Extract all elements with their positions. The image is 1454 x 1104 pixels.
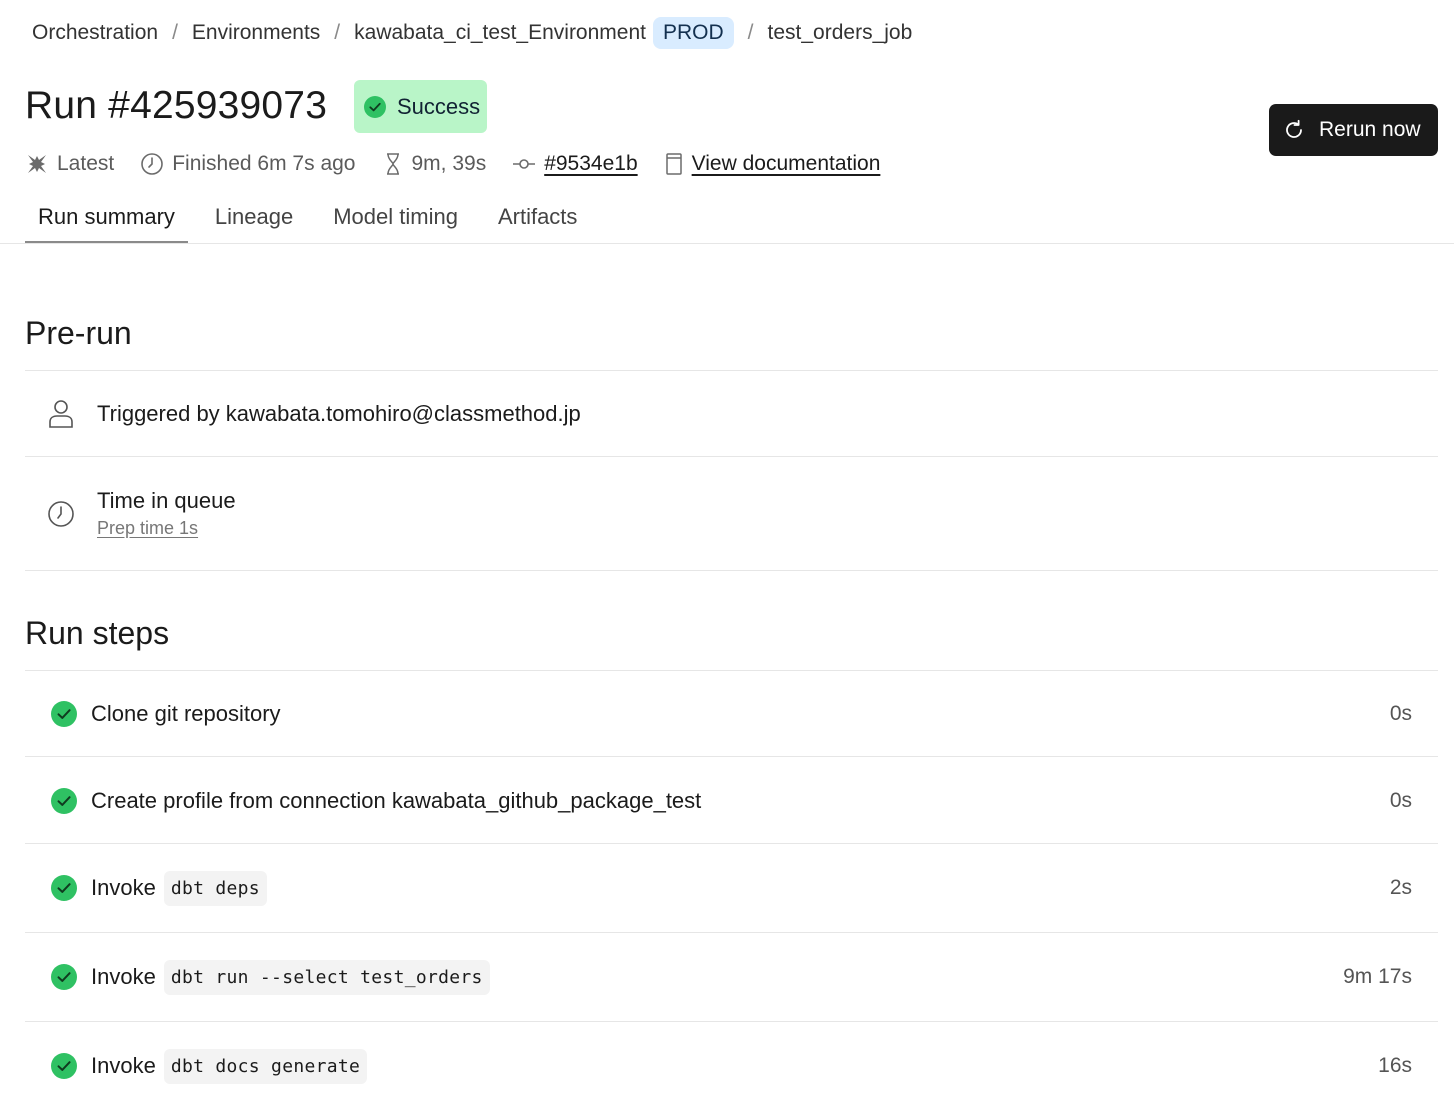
step-duration: 9m 17s: [1343, 965, 1412, 988]
time-in-queue-label: Time in queue: [97, 488, 236, 513]
step-label-text: Invoke: [91, 964, 156, 989]
step-label-text: Invoke: [91, 875, 156, 900]
run-step-row[interactable]: Invoke dbt deps 2s: [25, 858, 1438, 918]
documentation-ref: View documentation: [664, 152, 881, 176]
tabs-divider: [0, 243, 1454, 244]
run-step-row[interactable]: Invoke dbt run --select test_orders 9m 1…: [25, 947, 1438, 1007]
status-text: Success: [397, 93, 481, 119]
time-in-queue-row: Time in queue Prep time 1s: [25, 457, 1438, 570]
triggered-by-row: Triggered by kawabata.tomohiro@classmeth…: [25, 371, 1438, 456]
clock-icon: [48, 500, 74, 527]
run-steps-title: Run steps: [25, 615, 170, 651]
step-label-text: Invoke: [91, 1053, 156, 1078]
breadcrumb-environment[interactable]: kawabata_ci_test_Environment: [354, 21, 646, 45]
run-meta: Latest Finished 6m 7s ago 9m, 39s #9534e…: [25, 147, 906, 181]
divider: [25, 1021, 1438, 1022]
divider: [25, 843, 1438, 844]
tab-model-timing[interactable]: Model timing: [320, 196, 471, 244]
finished-time: Finished 6m 7s ago: [140, 152, 356, 176]
tabs: Run summary Lineage Model timing Artifac…: [25, 196, 1454, 244]
run-step-row[interactable]: Create profile from connection kawabata_…: [25, 771, 1438, 831]
step-label: Clone git repository: [91, 701, 281, 726]
commit-ref: #9534e1b: [512, 152, 638, 176]
run-duration: 9m, 39s: [382, 152, 487, 176]
step-command: dbt deps: [163, 870, 267, 906]
git-commit-icon: [513, 159, 536, 169]
tab-artifacts[interactable]: Artifacts: [485, 196, 590, 244]
check-circle-icon: [51, 1053, 77, 1079]
view-documentation-link[interactable]: View documentation: [692, 152, 881, 176]
document-icon: [665, 153, 682, 175]
check-circle-icon: [364, 95, 386, 118]
commit-link[interactable]: #9534e1b: [544, 152, 637, 176]
step-command: dbt run --select test_orders: [163, 959, 490, 995]
breadcrumb-separator: /: [747, 21, 754, 44]
breadcrumb-separator: /: [172, 21, 178, 44]
tab-lineage[interactable]: Lineage: [202, 196, 306, 244]
run-step-row[interactable]: Invoke dbt docs generate 16s: [25, 1036, 1438, 1096]
status-badge: Success: [354, 80, 487, 133]
breadcrumb: Orchestration / Environments / kawabata_…: [32, 14, 912, 52]
step-command: dbt docs generate: [163, 1048, 368, 1084]
clock-icon: [141, 153, 164, 175]
rerun-now-button[interactable]: Rerun now: [1269, 104, 1438, 156]
check-circle-icon: [51, 701, 77, 727]
finished-label: Finished 6m 7s ago: [172, 152, 356, 175]
divider: [25, 932, 1438, 933]
step-duration: 16s: [1378, 1054, 1412, 1077]
duration-label: 9m, 39s: [411, 152, 487, 175]
step-label: Invoke dbt run --select test_orders: [91, 959, 490, 995]
check-circle-icon: [51, 964, 77, 990]
prep-time-link[interactable]: Prep time 1s: [97, 518, 198, 539]
breadcrumb-environments[interactable]: Environments: [192, 21, 320, 45]
user-icon: [49, 399, 73, 428]
check-circle-icon: [51, 788, 77, 814]
step-duration: 2s: [1389, 876, 1412, 899]
rerun-now-label: Rerun now: [1319, 118, 1421, 141]
step-label: Invoke dbt docs generate: [91, 1048, 368, 1084]
step-label: Invoke dbt deps: [91, 870, 267, 906]
tab-run-summary[interactable]: Run summary: [25, 196, 188, 244]
triggered-by-text: Triggered by kawabata.tomohiro@classmeth…: [97, 400, 581, 426]
latest-indicator: Latest: [25, 152, 114, 176]
prerun-title: Pre-run: [25, 315, 132, 351]
divider: [25, 756, 1438, 757]
breadcrumb-job[interactable]: test_orders_job: [768, 21, 913, 45]
refresh-icon: [1286, 119, 1302, 138]
divider: [25, 670, 1438, 671]
step-duration: 0s: [1389, 702, 1412, 725]
hourglass-icon: [386, 153, 399, 175]
latest-icon: [28, 155, 46, 173]
run-step-row[interactable]: Clone git repository 0s: [25, 684, 1438, 744]
step-duration: 0s: [1389, 789, 1412, 812]
page-title: Run #425939073: [25, 84, 328, 127]
check-circle-icon: [51, 875, 77, 901]
latest-label: Latest: [57, 152, 115, 175]
step-label: Create profile from connection kawabata_…: [91, 788, 702, 813]
breadcrumb-separator: /: [334, 21, 341, 44]
breadcrumb-orchestration[interactable]: Orchestration: [32, 21, 158, 45]
environment-type-badge: PROD: [652, 17, 734, 49]
divider: [25, 570, 1438, 571]
